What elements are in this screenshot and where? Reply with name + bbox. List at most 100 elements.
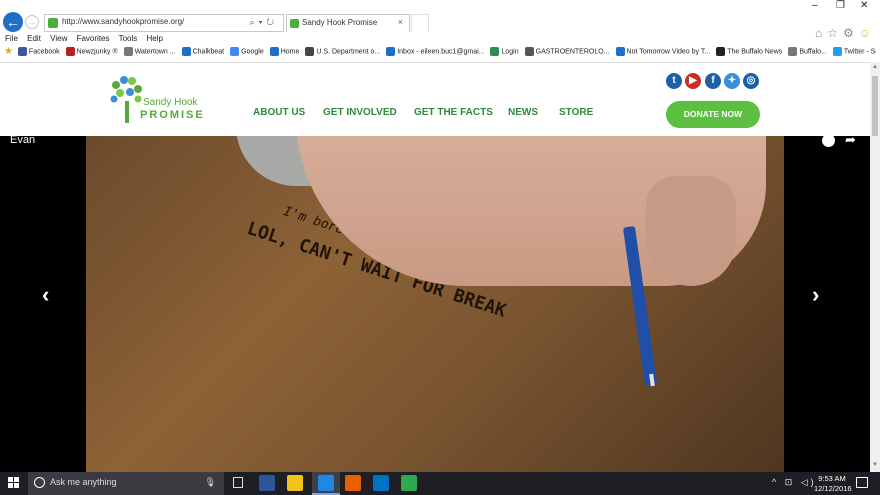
feedback-smiley-icon[interactable]: ☺ xyxy=(859,26,876,40)
taskbar-search[interactable]: Ask me anything 🎙 xyxy=(28,472,224,495)
windows-start-icon[interactable] xyxy=(8,477,20,489)
word-icon[interactable] xyxy=(259,475,275,491)
favorite-link[interactable]: Inbox - eileen.buc1@gmai... xyxy=(386,47,484,56)
new-tab-button[interactable] xyxy=(411,14,429,32)
edge-icon[interactable] xyxy=(318,475,334,491)
favorite-site-icon xyxy=(65,47,75,56)
browser-tab[interactable]: Sandy Hook Promise × xyxy=(286,14,410,32)
favorite-label: Twitter - Search - eileenw... xyxy=(843,48,876,56)
site-favicon-icon xyxy=(48,18,58,28)
hero-carousel: I AM BORED I'm bored, nice to meet you L… xyxy=(0,136,870,472)
favorites-star-icon[interactable]: ★ xyxy=(4,46,13,57)
nav-news[interactable]: NEWS xyxy=(508,107,538,118)
clock-date: 12/12/2016 xyxy=(814,484,852,493)
logo-line2: PROMISE xyxy=(140,109,205,121)
nav-store[interactable]: STORE xyxy=(559,107,593,118)
donate-now-button[interactable]: DONATE NOW xyxy=(666,101,760,128)
favorite-link[interactable]: Not Tomorrow Video by T... xyxy=(615,47,711,56)
facebook-icon[interactable]: f xyxy=(705,73,721,89)
favorite-site-icon xyxy=(615,47,625,56)
favorites-star-icon[interactable]: ☆ xyxy=(827,26,843,40)
scroll-up-icon[interactable]: ▲ xyxy=(870,64,880,72)
favorite-link[interactable]: U.S. Department o... xyxy=(305,47,380,56)
firefox-icon[interactable] xyxy=(345,475,361,491)
menu-favorites[interactable]: Favorites xyxy=(77,34,110,43)
home-icon[interactable]: ⌂ xyxy=(815,26,827,40)
page-scrollbar[interactable]: ▲ ▼ xyxy=(870,62,880,472)
favorite-label: Chalkbeat xyxy=(192,48,225,56)
share-icon[interactable]: ➦ xyxy=(845,136,856,148)
favorite-site-icon xyxy=(269,47,279,56)
twitter-icon[interactable]: ✦ xyxy=(724,73,740,89)
favorite-site-icon xyxy=(832,47,842,56)
favorite-label: Inbox - eileen.buc1@gmai... xyxy=(397,48,485,56)
favorite-label: Home xyxy=(280,48,300,56)
tab-favicon-icon xyxy=(290,19,299,28)
menu-file[interactable]: File xyxy=(5,34,18,43)
watch-later-icon[interactable] xyxy=(822,136,835,147)
favorite-link[interactable]: Newzjunky ® xyxy=(65,47,118,56)
favorite-label: GASTROENTEROLO... xyxy=(535,48,610,56)
favorite-link[interactable]: GASTROENTEROLO... xyxy=(524,47,610,56)
favorite-site-icon xyxy=(716,47,726,56)
tumblr-icon[interactable]: t xyxy=(666,73,682,89)
action-center-icon[interactable] xyxy=(856,477,868,488)
clock-time: 9:53 AM xyxy=(818,474,846,483)
nav-get-the-facts[interactable]: GET THE FACTS xyxy=(414,107,493,118)
favorite-label: Not Tomorrow Video by T... xyxy=(626,48,711,56)
favorite-link[interactable]: Twitter - Search - eileenw... xyxy=(832,47,876,56)
browser-toolbar-icons: ⌂☆⚙☺ xyxy=(815,26,876,40)
favorite-link[interactable]: Chalkbeat xyxy=(181,47,225,56)
carousel-prev-icon[interactable]: ‹ xyxy=(42,282,49,308)
slide-caption: Evan xyxy=(10,136,36,146)
site-header: Sandy Hook PROMISE ABOUT US GET INVOLVED… xyxy=(0,62,870,136)
taskbar-clock[interactable]: 9:53 AM 12/12/2016 xyxy=(814,474,852,494)
tab-close-icon[interactable]: × xyxy=(398,17,403,27)
instagram-icon[interactable]: ◎ xyxy=(743,73,759,89)
audition-icon[interactable] xyxy=(401,475,417,491)
menu-help[interactable]: Help xyxy=(147,34,163,43)
cortana-icon xyxy=(34,477,45,488)
favorite-link[interactable]: Google xyxy=(230,47,264,56)
nav-get-involved[interactable]: GET INVOLVED xyxy=(323,107,397,118)
microphone-icon[interactable]: 🎙 xyxy=(205,477,216,488)
back-button[interactable]: ← xyxy=(3,12,23,32)
favorite-label: Buffalo... xyxy=(799,48,827,56)
tree-logo-icon xyxy=(110,76,142,123)
address-bar[interactable]: http://www.sandyhookpromise.org/ ⌕▾↻ xyxy=(44,14,284,32)
favorite-site-icon xyxy=(17,47,27,56)
close-window-button[interactable]: ✕ xyxy=(860,0,868,11)
scroll-thumb[interactable] xyxy=(872,76,878,136)
favorite-site-icon xyxy=(386,47,396,56)
favorite-link[interactable]: Buffalo... xyxy=(788,47,827,56)
address-controls[interactable]: ⌕▾↻ xyxy=(250,17,278,28)
favorite-label: Login xyxy=(501,48,519,56)
sandy-hook-promise-logo[interactable]: Sandy Hook PROMISE xyxy=(110,75,210,125)
system-tray-icons[interactable]: ^ ⊡ ◁) xyxy=(772,477,817,488)
file-explorer-icon[interactable] xyxy=(287,475,303,491)
favorite-link[interactable]: The Buffalo News xyxy=(716,47,782,56)
forward-button[interactable]: → xyxy=(25,15,39,29)
carousel-next-icon[interactable]: › xyxy=(812,282,819,308)
favorite-link[interactable]: Login xyxy=(490,47,519,56)
scroll-down-icon[interactable]: ▼ xyxy=(870,462,880,470)
favorite-site-icon xyxy=(788,47,798,56)
task-view-icon[interactable] xyxy=(233,477,243,488)
youtube-icon[interactable]: ▶ xyxy=(685,73,701,89)
menu-edit[interactable]: Edit xyxy=(27,34,41,43)
favorite-link[interactable]: Facebook xyxy=(17,47,60,56)
taskbar-search-placeholder: Ask me anything xyxy=(50,477,117,487)
minimize-button[interactable]: – xyxy=(812,0,818,11)
favorite-site-icon xyxy=(524,47,534,56)
restore-button[interactable]: ❐ xyxy=(836,0,845,11)
outlook-icon[interactable] xyxy=(373,475,389,491)
menu-view[interactable]: View xyxy=(50,34,67,43)
nav-about-us[interactable]: ABOUT US xyxy=(253,107,305,118)
favorite-link[interactable]: Watertown ... xyxy=(123,47,176,56)
favorite-label: U.S. Department o... xyxy=(316,48,381,56)
menu-tools[interactable]: Tools xyxy=(119,34,138,43)
logo-line1: Sandy Hook xyxy=(143,97,198,108)
gear-icon[interactable]: ⚙ xyxy=(843,26,859,40)
favorite-label: Google xyxy=(241,48,264,56)
favorite-link[interactable]: Home xyxy=(269,47,300,56)
